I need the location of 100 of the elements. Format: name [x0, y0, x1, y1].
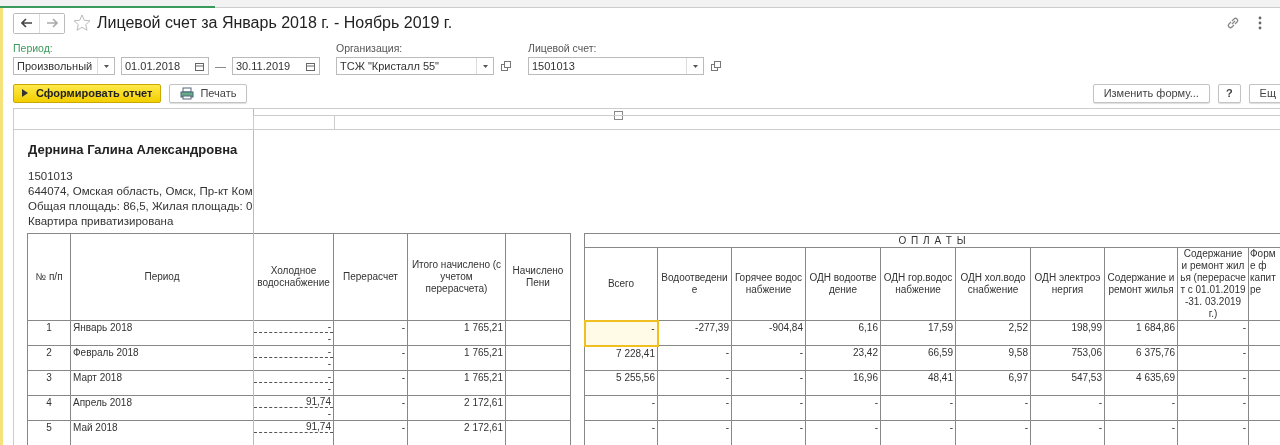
calendar-icon[interactable] — [195, 61, 204, 71]
column-header: № п/п — [27, 233, 71, 321]
column-header: ОДН электроэнергия — [1030, 247, 1105, 321]
period-label: Период: — [13, 42, 54, 54]
generate-report-button[interactable]: Сформировать отчет — [13, 83, 162, 103]
table-cell: Март 2018 — [70, 370, 254, 396]
print-button[interactable]: Печать — [169, 83, 248, 103]
table-cell: - — [1177, 395, 1249, 421]
table-cell: - — [333, 320, 408, 346]
table-cell: -277,39 — [657, 320, 732, 346]
table-cell: 547,53 — [1030, 370, 1105, 396]
table-cell: 1 — [27, 320, 71, 346]
table-cell: - — [1104, 395, 1178, 421]
table-cell: 16,96 — [805, 370, 881, 396]
table-cell: 4 — [27, 395, 71, 421]
more-menu-icon[interactable] — [1258, 16, 1262, 30]
column-header: Перерасчет — [333, 233, 408, 321]
play-icon — [22, 89, 28, 97]
column-header: Водоотведение — [657, 247, 732, 321]
column-header: Холодное водоснабжение — [253, 233, 334, 321]
cell-value: - — [326, 333, 332, 344]
more-button[interactable]: Ещ — [1248, 83, 1280, 103]
table-cell: - — [657, 345, 732, 371]
column-header: Горячее водоснабжение — [731, 247, 806, 321]
table-cell: - — [584, 395, 658, 421]
account-info-line: Общая площадь: 86,5, Жилая площадь: 0 — [28, 199, 254, 214]
table-cell: -904,84 — [731, 320, 806, 346]
cell-value: 91,74 — [254, 421, 333, 433]
organization-field[interactable]: ТСЖ "Кристалл 55" — [336, 57, 494, 75]
table-cell: 2,52 — [955, 320, 1031, 346]
account-info-line: 1501013 — [28, 169, 74, 184]
date-range-separator: — — [215, 60, 226, 72]
table-cell: - — [1177, 370, 1249, 396]
change-form-button[interactable]: Изменить форму... — [1092, 83, 1210, 103]
table-cell: 66,59 — [880, 345, 956, 371]
table-cell: - — [955, 395, 1031, 421]
period-mode-dropdown[interactable]: Произвольный — [13, 57, 115, 75]
cell-value: - — [326, 383, 332, 394]
table-cell: 23,42 — [805, 345, 881, 371]
table-cell: 9,58 — [955, 345, 1031, 371]
table-cell: - — [333, 345, 408, 371]
table-cell: 6,97 — [955, 370, 1031, 396]
cell-value: 91,74 — [254, 396, 333, 408]
table-cell: - — [731, 370, 806, 396]
column-header: Начислено Пени — [505, 233, 571, 321]
column-header: Период — [70, 233, 254, 321]
star-icon[interactable] — [73, 14, 91, 32]
table-cell: 198,99 — [1030, 320, 1105, 346]
cell-value: - — [254, 346, 333, 358]
table-cell: - — [333, 370, 408, 396]
account-label: Лицевой счет: — [528, 42, 598, 54]
caret-icon — [482, 64, 488, 68]
caret-icon — [103, 64, 109, 68]
cell-value: - — [254, 321, 333, 333]
column-header: ОДН водоотведение — [805, 247, 881, 321]
column-header: ОДН гор.водоснабжение — [880, 247, 956, 321]
forward-arrow-icon — [46, 18, 58, 28]
table-cell: Апрель 2018 — [70, 395, 254, 421]
table-cell: - — [584, 320, 658, 346]
window-title: Лицевой счет за Январь 2018 г. - Ноябрь 2019 г. — [97, 14, 453, 32]
account-field[interactable]: 1501013 — [528, 57, 704, 75]
table-cell: Февраль 2018 — [70, 345, 254, 371]
date-from-field[interactable]: 01.01.2018 — [121, 57, 209, 75]
table-cell: 2 — [27, 345, 71, 371]
account-info-line: 644074, Омская область, Омск, Пр-кт Ком — [28, 184, 254, 199]
organization-label: Организация: — [336, 42, 404, 54]
table-cell: - — [731, 395, 806, 421]
calendar-icon[interactable] — [306, 61, 315, 71]
back-arrow-icon — [20, 18, 33, 28]
table-cell: 4 635,69 — [1104, 370, 1178, 396]
table-cell: - — [731, 345, 806, 371]
open-icon[interactable] — [710, 60, 722, 72]
table-cell: 1 684,86 — [1104, 320, 1178, 346]
table-cell: 2 172,61 — [407, 395, 506, 421]
table-cell: - — [805, 395, 881, 421]
table-cell: - — [1177, 345, 1249, 371]
table-cell: 6,16 — [805, 320, 881, 346]
date-to-field[interactable]: 30.11.2019 — [232, 57, 320, 75]
account-info-line: Квартира приватизирована — [28, 214, 175, 229]
column-header: ОДН хол.водоснабжение — [955, 247, 1031, 321]
table-cell: - — [333, 395, 408, 421]
caret-icon — [692, 64, 698, 68]
link-icon[interactable] — [1226, 16, 1240, 30]
table-cell: 48,41 — [880, 370, 956, 396]
column-header: Итого начислено (с учетом перерасчета) — [407, 233, 506, 321]
table-cell: - — [657, 395, 732, 421]
table-cell: - — [1177, 320, 1249, 346]
collapse-icon[interactable] — [614, 111, 623, 120]
table-cell: - — [880, 395, 956, 421]
help-button[interactable]: ? — [1217, 83, 1241, 103]
table-cell: 3 — [27, 370, 71, 396]
column-header: Содержание и ремонт жилья (перерасчет с 01.01.2019-31. 03.2019 г.) — [1177, 247, 1249, 321]
table-cell: 17,59 — [880, 320, 956, 346]
table-cell: 5 — [27, 420, 71, 445]
column-group-header: О П Л А Т Ы — [584, 233, 1280, 248]
table-cell: 6 375,76 — [1104, 345, 1178, 371]
cell-value: - — [326, 358, 332, 369]
open-icon[interactable] — [500, 60, 512, 72]
owner-name: Дернина Галина Александровна — [28, 142, 239, 157]
column-header: Форм е ф капит ре — [1248, 247, 1280, 321]
